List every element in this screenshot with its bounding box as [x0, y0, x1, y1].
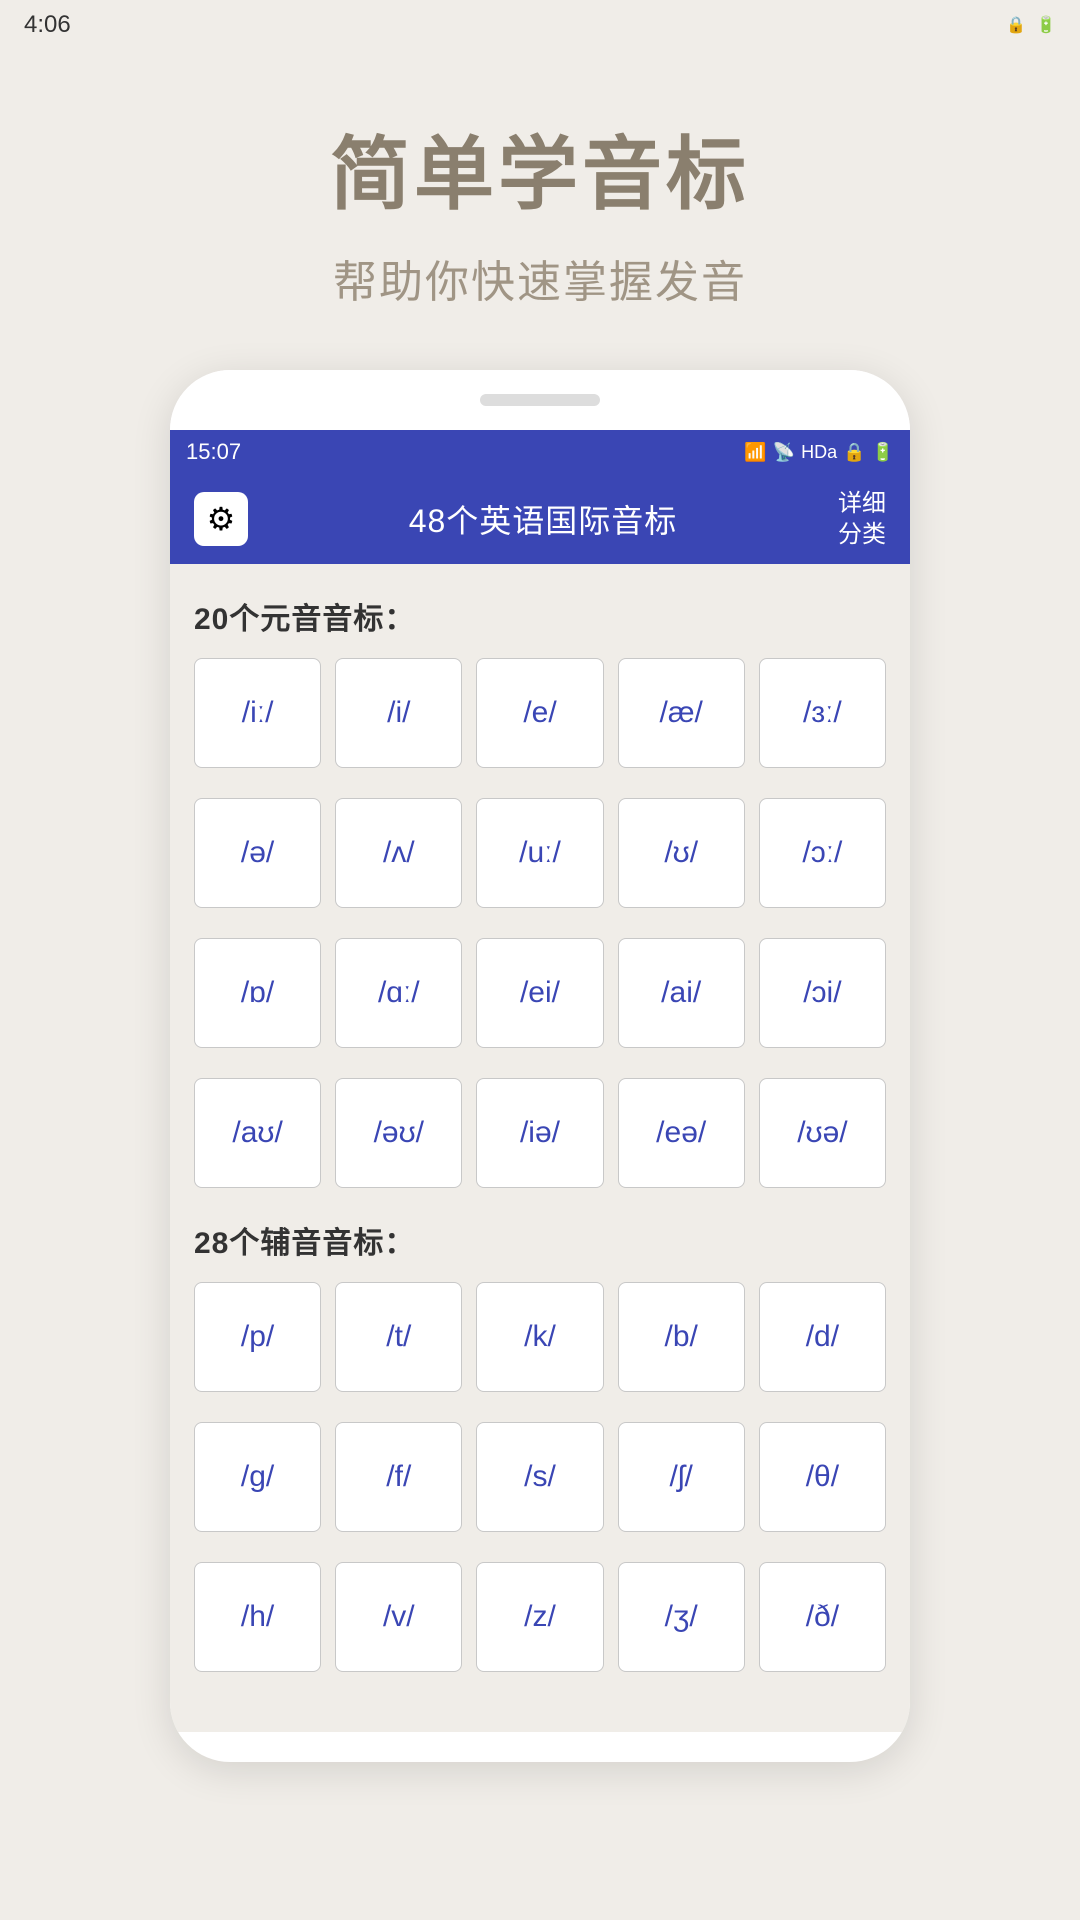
- phonetic-btn-ai[interactable]: /ai/: [618, 938, 745, 1048]
- phone-mockup: 15:07 📶 📡 HDa 🔒 🔋 ⚙ 48个英语国际音标 详细分类 20个元音…: [170, 370, 910, 1762]
- app-header: ⚙ 48个英语国际音标 详细分类: [170, 474, 910, 564]
- sub-title: 帮助你快速掌握发音: [0, 246, 1080, 310]
- consonant-grid-row1: /p/ /t/ /k/ /b/ /d/: [194, 1282, 886, 1392]
- phonetic-btn-e[interactable]: /e/: [476, 658, 603, 768]
- inner-status-bar: 15:07 📶 📡 HDa 🔒 🔋: [170, 430, 910, 474]
- vowel-section-title: 20个元音音标：: [194, 594, 886, 638]
- phonetic-btn-er[interactable]: /ɜː/: [759, 658, 886, 768]
- header-section: 简单学音标 帮助你快速掌握发音: [0, 50, 1080, 350]
- inner-status-icons: 📶 📡 HDa 🔒 🔋: [744, 442, 894, 463]
- phone-speaker: [480, 394, 600, 406]
- phonetic-btn-b[interactable]: /b/: [618, 1282, 745, 1392]
- phonetic-btn-wedge[interactable]: /ʌ/: [335, 798, 462, 908]
- phonetic-btn-oi[interactable]: /ɔi/: [759, 938, 886, 1048]
- phonetic-btn-d[interactable]: /d/: [759, 1282, 886, 1392]
- phonetic-btn-uu[interactable]: /uː/: [476, 798, 603, 908]
- phonetic-btn-t[interactable]: /t/: [335, 1282, 462, 1392]
- content-area: 20个元音音标： /iː/ /i/ /e/ /æ/ /ɜː/ /ə/ /ʌ/ /…: [170, 564, 910, 1732]
- phonetic-btn-upsilon[interactable]: /ʊ/: [618, 798, 745, 908]
- phonetic-btn-i[interactable]: /i/: [335, 658, 462, 768]
- phonetic-btn-zh[interactable]: /ʒ/: [618, 1562, 745, 1672]
- consonant-grid-row3: /h/ /v/ /z/ /ʒ/ /ð/: [194, 1562, 886, 1672]
- signal-icon: 📶: [744, 442, 766, 463]
- app-header-title: 48个英语国际音标: [409, 496, 678, 542]
- phone-top: [170, 370, 910, 430]
- outer-status-icons: 🔒 🔋: [1006, 15, 1056, 35]
- vowel-grid-row2: /ə/ /ʌ/ /uː/ /ʊ/ /ɔː/: [194, 798, 886, 908]
- phonetic-btn-ae[interactable]: /æ/: [618, 658, 745, 768]
- phonetic-btn-o[interactable]: /ɒ/: [194, 938, 321, 1048]
- phonetic-btn-th-voiced[interactable]: /ð/: [759, 1562, 886, 1672]
- vowel-grid-row3: /ɒ/ /ɑː/ /ei/ /ai/ /ɔi/: [194, 938, 886, 1048]
- inner-status-time: 15:07: [186, 439, 241, 465]
- phonetic-btn-sh[interactable]: /ʃ/: [618, 1422, 745, 1532]
- lock-icon: 🔒: [1006, 15, 1026, 35]
- outer-status-bar: 4:06 🔒 🔋: [0, 0, 1080, 50]
- phonetic-btn-aa[interactable]: /ɑː/: [335, 938, 462, 1048]
- phonetic-btn-ii[interactable]: /iː/: [194, 658, 321, 768]
- inner-lock-icon: 🔒: [843, 442, 865, 463]
- main-title: 简单学音标: [0, 110, 1080, 226]
- phonetic-btn-ua[interactable]: /ʊə/: [759, 1078, 886, 1188]
- battery-icon: 🔋: [1036, 15, 1056, 35]
- detail-classify-button[interactable]: 详细分类: [838, 488, 886, 550]
- phonetic-btn-f[interactable]: /f/: [335, 1422, 462, 1532]
- phonetic-btn-z[interactable]: /z/: [476, 1562, 603, 1672]
- consonant-section-title: 28个辅音音标：: [194, 1218, 886, 1262]
- outer-status-time: 4:06: [24, 11, 71, 39]
- vowel-grid-row1: /iː/ /i/ /e/ /æ/ /ɜː/: [194, 658, 886, 768]
- phonetic-btn-v[interactable]: /v/: [335, 1562, 462, 1672]
- phonetic-btn-g[interactable]: /g/: [194, 1422, 321, 1532]
- phonetic-btn-ia[interactable]: /iə/: [476, 1078, 603, 1188]
- phonetic-btn-p[interactable]: /p/: [194, 1282, 321, 1392]
- phonetic-btn-au[interactable]: /aʊ/: [194, 1078, 321, 1188]
- wifi-icon: 📡: [773, 442, 795, 463]
- hda-label: HDa: [801, 442, 837, 463]
- phonetic-btn-h[interactable]: /h/: [194, 1562, 321, 1672]
- consonant-grid-row2: /g/ /f/ /s/ /ʃ/ /θ/: [194, 1422, 886, 1532]
- phonetic-btn-ou[interactable]: /əʊ/: [335, 1078, 462, 1188]
- settings-button[interactable]: ⚙: [194, 492, 248, 546]
- vowel-grid-row4: /aʊ/ /əʊ/ /iə/ /eə/ /ʊə/: [194, 1078, 886, 1188]
- phonetic-btn-k[interactable]: /k/: [476, 1282, 603, 1392]
- phonetic-btn-schwa[interactable]: /ə/: [194, 798, 321, 908]
- phonetic-btn-ea[interactable]: /eə/: [618, 1078, 745, 1188]
- phonetic-btn-oor[interactable]: /ɔː/: [759, 798, 886, 908]
- phonetic-btn-s[interactable]: /s/: [476, 1422, 603, 1532]
- phonetic-btn-th-unvoiced[interactable]: /θ/: [759, 1422, 886, 1532]
- phonetic-btn-ei[interactable]: /ei/: [476, 938, 603, 1048]
- inner-battery-icon: 🔋: [872, 442, 894, 463]
